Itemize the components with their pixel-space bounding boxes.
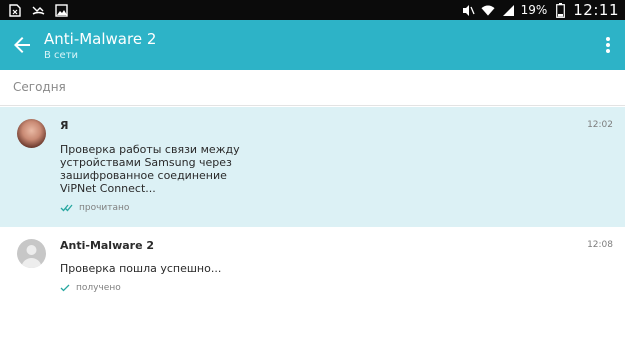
message-time: 12:08 [587, 240, 613, 250]
signal-icon [501, 3, 515, 17]
online-status: В сети [44, 50, 79, 61]
back-button[interactable] [10, 33, 34, 57]
double-check-icon [60, 204, 73, 212]
sim-card-icon [8, 3, 22, 17]
chat-title: Anti-Malware 2 [44, 30, 157, 48]
message-text: Проверка пошла успешно... [60, 262, 222, 275]
message-text: Проверка работы связи между устройствами… [60, 143, 240, 195]
more-vert-icon [606, 37, 610, 53]
missed-call-icon [31, 3, 45, 17]
delivery-status-text: прочитано [79, 203, 130, 213]
delivery-status: прочитано [60, 203, 129, 213]
overflow-menu-button[interactable] [605, 36, 611, 54]
message-item[interactable]: Anti-Malware 2 12:08 Проверка пошла успе… [0, 227, 625, 350]
date-separator: Сегодня [0, 70, 625, 106]
check-icon [60, 284, 70, 292]
gallery-icon [54, 3, 68, 17]
mute-icon [461, 3, 475, 17]
delivery-status-text: получено [76, 283, 121, 293]
battery-icon [553, 2, 567, 18]
app-bar: Anti-Malware 2 В сети [0, 20, 625, 70]
sender-name: Я [60, 119, 69, 132]
message-time: 12:02 [587, 120, 613, 130]
battery-percent: 19% [520, 3, 548, 17]
avatar [17, 119, 46, 148]
clock: 12:11 [573, 1, 619, 19]
avatar [17, 239, 46, 268]
wifi-icon [481, 3, 495, 17]
arrow-back-icon [14, 37, 30, 53]
default-avatar-icon [21, 245, 42, 268]
status-bar: 19% 12:11 [0, 0, 625, 20]
sender-name: Anti-Malware 2 [60, 239, 155, 252]
date-label: Сегодня [13, 80, 66, 94]
delivery-status: получено [60, 283, 121, 293]
message-item[interactable]: Я 12:02 Проверка работы связи между устр… [0, 107, 625, 227]
